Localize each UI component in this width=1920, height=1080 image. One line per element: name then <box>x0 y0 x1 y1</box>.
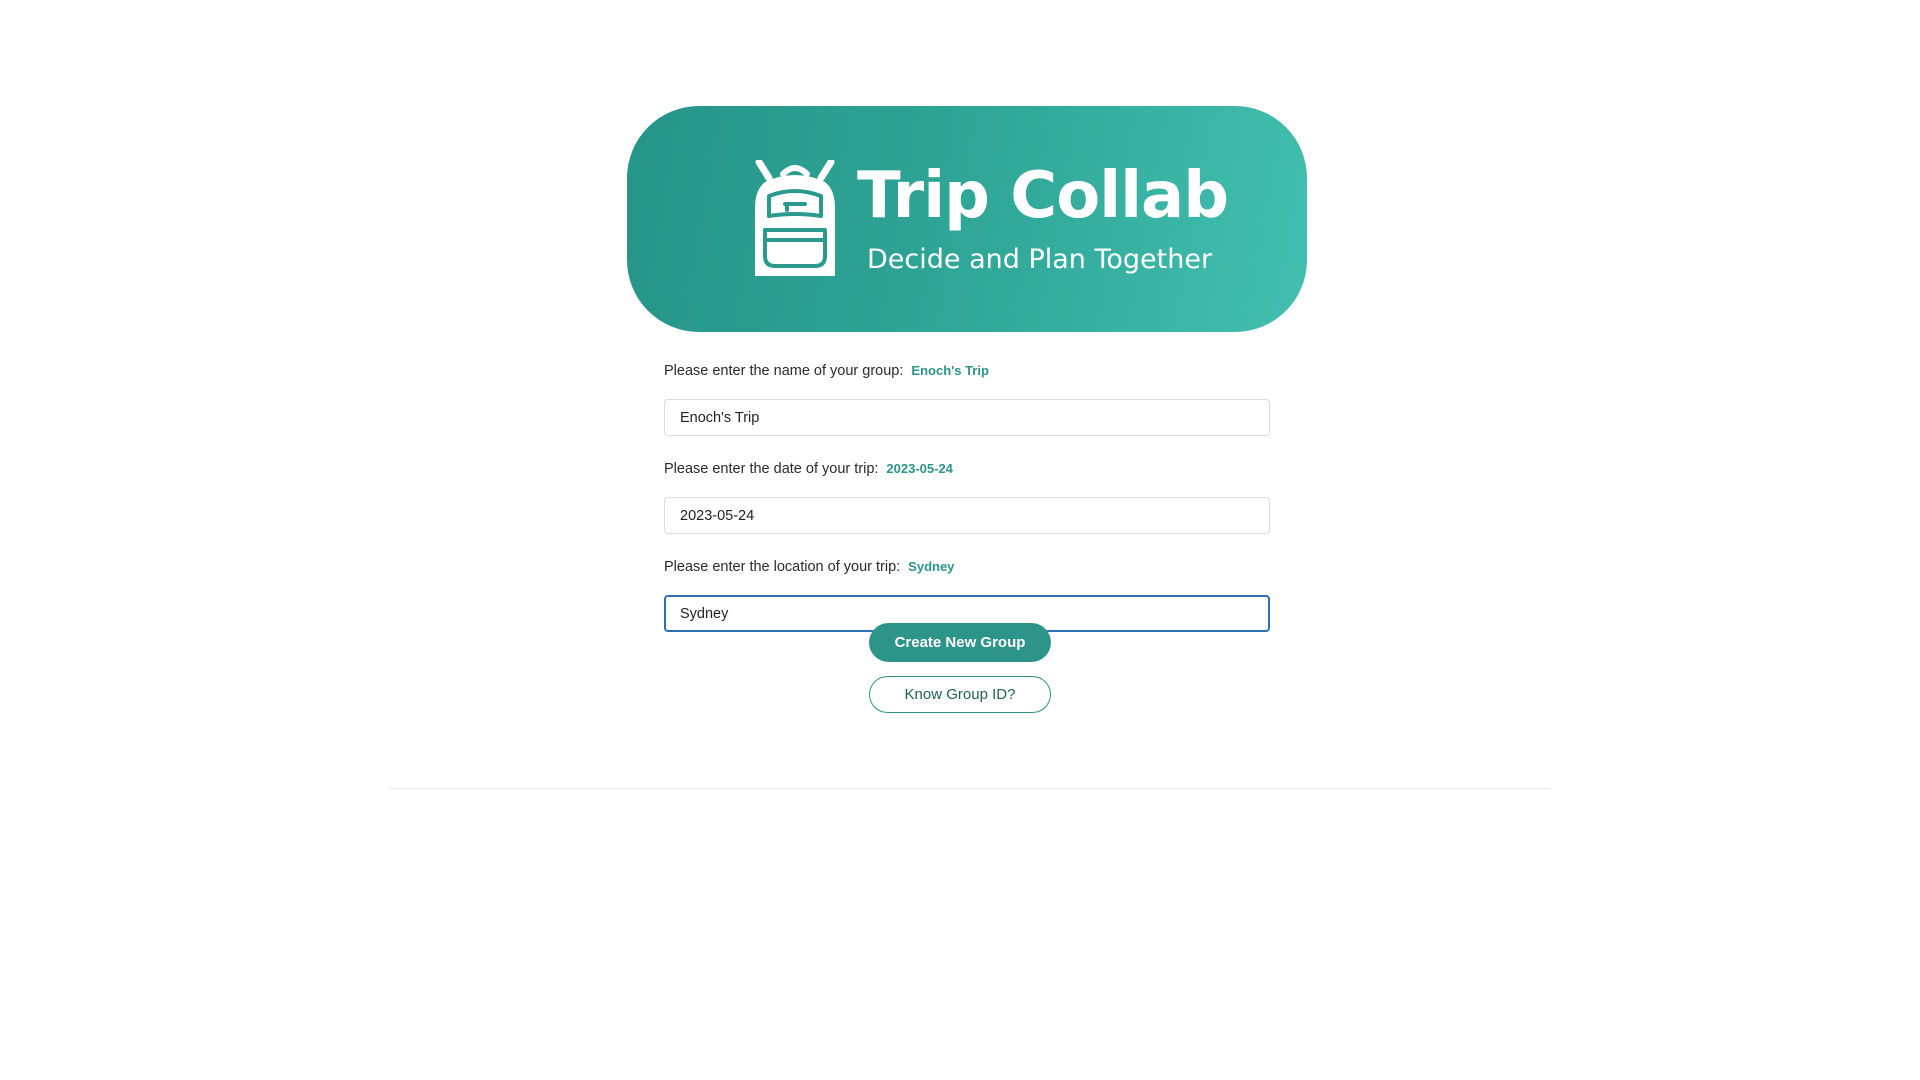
group-name-label-row: Please enter the name of your group: Eno… <box>664 363 1270 385</box>
app-subtitle: Decide and Plan Together <box>867 244 1213 275</box>
page: Trip Collab Decide and Plan Together Ple… <box>0 0 1920 1080</box>
action-buttons: Create New Group Know Group ID? <box>0 623 1920 713</box>
group-name-input[interactable] <box>664 399 1270 436</box>
know-group-id-button[interactable]: Know Group ID? <box>869 676 1051 713</box>
create-new-group-button[interactable]: Create New Group <box>869 623 1051 662</box>
group-name-label: Please enter the name of your group: <box>664 363 904 379</box>
trip-date-preview: 2023-05-24 <box>886 461 953 476</box>
trip-date-input[interactable] <box>664 497 1270 534</box>
create-group-form: Please enter the name of your group: Eno… <box>664 363 1270 657</box>
footer-divider <box>388 788 1550 789</box>
group-name-field: Please enter the name of your group: Eno… <box>664 363 1270 436</box>
trip-location-label: Please enter the location of your trip: <box>664 559 901 575</box>
group-name-preview: Enoch's Trip <box>911 363 989 378</box>
trip-date-label-row: Please enter the date of your trip: 2023… <box>664 461 1270 483</box>
header-banner: Trip Collab Decide and Plan Together <box>627 106 1307 332</box>
backpack-icon <box>755 160 835 276</box>
trip-location-field: Please enter the location of your trip: … <box>664 559 1270 632</box>
app-title: Trip Collab <box>857 159 1229 233</box>
trip-location-preview: Sydney <box>908 559 955 574</box>
trip-date-field: Please enter the date of your trip: 2023… <box>664 461 1270 534</box>
trip-date-label: Please enter the date of your trip: <box>664 461 879 477</box>
trip-location-label-row: Please enter the location of your trip: … <box>664 559 1270 581</box>
